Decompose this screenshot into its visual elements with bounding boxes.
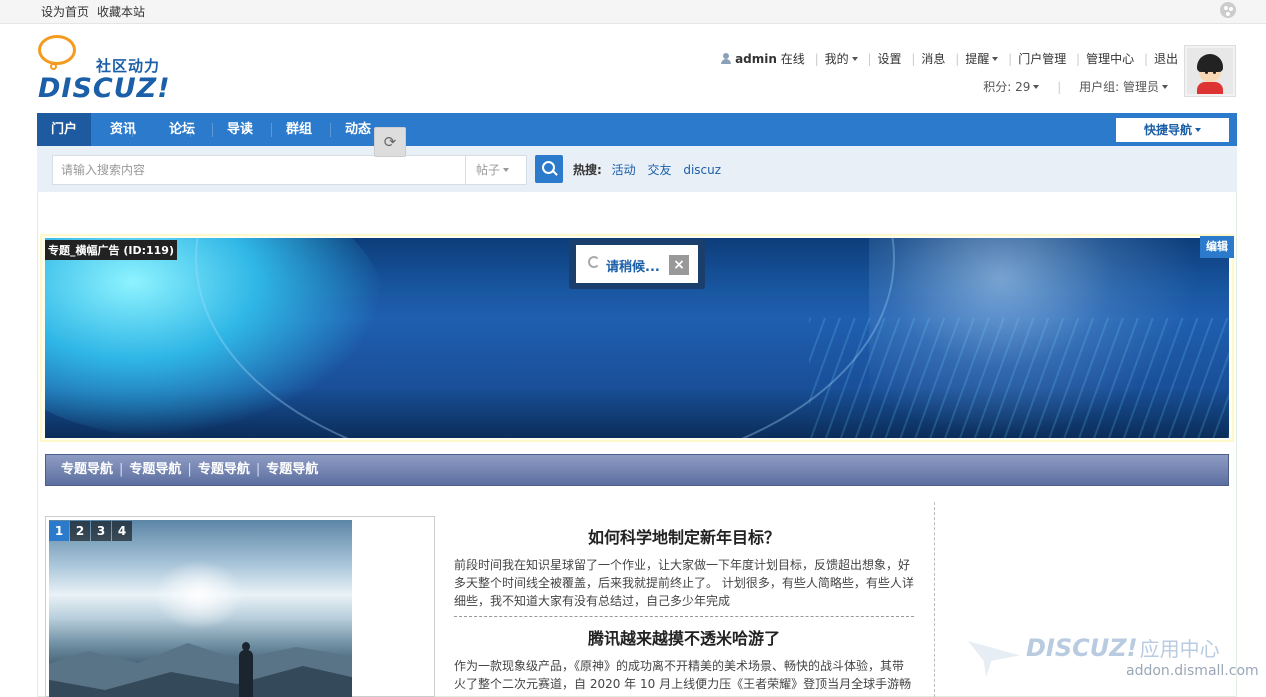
divider bbox=[454, 616, 914, 617]
portal-admin-link[interactable]: 门户管理 bbox=[1018, 52, 1066, 66]
column-divider bbox=[934, 502, 935, 697]
hot-term[interactable]: 交友 bbox=[647, 163, 671, 177]
watermark-brand: DISCUZ! bbox=[1026, 634, 1138, 662]
slide-number[interactable]: 3 bbox=[91, 521, 111, 541]
online-status[interactable]: 在线 bbox=[781, 52, 805, 66]
search-button[interactable] bbox=[535, 155, 563, 183]
article-title[interactable]: 如何科学地制定新年目标？ bbox=[454, 524, 914, 548]
bookmark-link[interactable]: 收藏本站 bbox=[97, 3, 145, 20]
hot-search-label: 热搜: bbox=[573, 163, 602, 177]
search-input[interactable]: 请输入搜索内容 bbox=[52, 155, 466, 185]
image-slider bbox=[45, 516, 435, 697]
nav-item-news[interactable]: 资讯 bbox=[96, 113, 150, 146]
chevron-down-icon bbox=[503, 168, 510, 172]
slide-number[interactable]: 1 bbox=[49, 521, 69, 541]
main-nav: 门户 资讯 论坛 导读 群组 动态 快捷导航 bbox=[37, 113, 1237, 146]
user-stats: 积分: 29 | 用户组: 管理员 bbox=[983, 78, 1168, 95]
watermark-cn: 应用中心 bbox=[1139, 637, 1220, 661]
chevron-down-icon bbox=[1162, 85, 1168, 89]
reminders-menu[interactable]: 提醒 bbox=[965, 52, 999, 66]
nav-item-groups[interactable]: 群组 bbox=[272, 113, 326, 146]
hot-term[interactable]: 活动 bbox=[612, 163, 636, 177]
nav-item-forum[interactable]: 论坛 bbox=[155, 113, 209, 146]
chevron-down-icon bbox=[851, 57, 858, 61]
messages-link[interactable]: 消息 bbox=[921, 52, 945, 66]
set-home-link[interactable]: 设为首页 bbox=[41, 3, 89, 20]
nav-item-guide[interactable]: 导读 bbox=[213, 113, 267, 146]
logo-en-text: DISCUZ! bbox=[38, 73, 171, 104]
watermark: DISCUZ! 应用中心 addon.dismall.com bbox=[968, 633, 1259, 693]
special-nav-item[interactable]: 专题导航 bbox=[198, 462, 250, 477]
article-list: 如何科学地制定新年目标？ 前段时间我在知识星球留了一个作业，让大家做一下年度计划… bbox=[454, 502, 914, 693]
watermark-url: addon.dismall.com bbox=[1126, 663, 1259, 679]
special-nav-item[interactable]: 专题导航 bbox=[266, 462, 318, 477]
slide-number[interactable]: 4 bbox=[112, 521, 132, 541]
slide-number[interactable]: 2 bbox=[70, 521, 90, 541]
mine-menu[interactable]: 我的 bbox=[825, 52, 858, 66]
special-nav-item[interactable]: 专题导航 bbox=[129, 462, 181, 477]
quick-nav-button[interactable]: 快捷导航 bbox=[1116, 118, 1229, 142]
user-group-menu[interactable]: 用户组: 管理员 bbox=[1079, 80, 1168, 94]
site-logo[interactable]: 社区动力 DISCUZ! bbox=[38, 35, 178, 105]
user-icon bbox=[721, 53, 732, 64]
hot-search: 热搜: 活动 交友 discuz bbox=[573, 161, 729, 178]
chevron-down-icon bbox=[1033, 85, 1040, 89]
settings-link[interactable]: 设置 bbox=[878, 52, 902, 66]
article-desc: 作为一款现象级产品，《原神》的成功离不开精美的美术场景、畅快的战斗体验，其带火了… bbox=[454, 659, 912, 691]
spinner-icon bbox=[588, 256, 600, 268]
refresh-icon[interactable]: ⟳ bbox=[374, 127, 406, 157]
palette-icon[interactable] bbox=[1220, 2, 1236, 18]
hot-term[interactable]: discuz bbox=[683, 163, 721, 177]
search-bar: 请输入搜索内容 帖子 热搜: 活动 交友 discuz bbox=[37, 146, 1237, 192]
article-desc: 前段时间我在知识星球留了一个作业，让大家做一下年度计划目标，反馈超出想象，好多天… bbox=[454, 558, 914, 608]
nav-item-portal[interactable]: 门户 bbox=[37, 113, 92, 146]
username[interactable]: admin bbox=[735, 52, 777, 66]
search-type-select[interactable]: 帖子 bbox=[465, 155, 527, 185]
slide-image[interactable] bbox=[49, 520, 352, 697]
chevron-down-icon bbox=[1195, 128, 1201, 132]
avatar[interactable] bbox=[1184, 45, 1236, 97]
loading-dialog: 请稍候... × bbox=[569, 239, 705, 289]
special-nav-item[interactable]: 专题导航 bbox=[61, 462, 113, 477]
chevron-down-icon bbox=[992, 57, 999, 61]
close-icon[interactable]: × bbox=[669, 255, 689, 275]
special-nav: 专题导航 | 专题导航 | 专题导航 | 专题导航 bbox=[45, 454, 1229, 486]
top-bar: 设为首页 收藏本站 bbox=[0, 0, 1266, 24]
loading-text: 请稍候... bbox=[606, 260, 660, 275]
admin-center-link[interactable]: 管理中心 bbox=[1086, 52, 1134, 66]
paper-plane-icon bbox=[968, 641, 1020, 677]
points-menu[interactable]: 积分: 29 bbox=[983, 80, 1040, 94]
logout-link[interactable]: 退出 bbox=[1154, 52, 1178, 66]
banner-block-label: 专题_横幅广告 (ID:119) bbox=[45, 240, 177, 260]
article-title[interactable]: 腾讯越来越摸不透米哈游了 bbox=[454, 625, 914, 649]
user-links: admin 在线 | 我的 | 设置 | 消息 | 提醒 | 门户管理 | 管理中心 | 退出 bbox=[721, 50, 1178, 67]
header: 社区动力 DISCUZ! admin 在线 | 我的 | 设置 | 消息 | 提醒 | 门… bbox=[0, 25, 1266, 113]
edit-button[interactable]: 编辑 bbox=[1200, 236, 1234, 258]
logo-bubble-icon bbox=[38, 35, 76, 65]
